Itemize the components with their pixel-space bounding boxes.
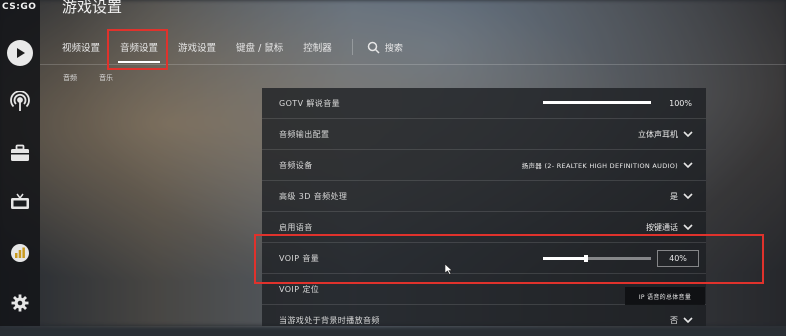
setting-label: 当游戏处于背景时播放音频 — [279, 316, 380, 325]
audio-subtabs: 音频 音乐 — [63, 73, 135, 83]
stats-button[interactable] — [6, 239, 34, 267]
play-button[interactable] — [6, 39, 34, 67]
setting-row-gotv-volume: GOTV 解说音量 100% — [262, 88, 706, 119]
setting-row-output-config[interactable]: 音频输出配置 立体声耳机 — [262, 119, 706, 150]
gotv-volume-slider[interactable] — [543, 101, 651, 104]
tv-icon — [11, 193, 29, 209]
setting-label: 音频输出配置 — [279, 129, 330, 139]
tab-controller[interactable]: 控制器 — [303, 40, 332, 54]
highlight-box-voip-volume — [254, 234, 764, 284]
search-button[interactable]: 搜索 — [367, 41, 403, 54]
briefcase-icon — [11, 144, 29, 161]
subtab-music[interactable]: 音乐 — [99, 73, 113, 83]
chevron-down-icon — [683, 317, 693, 324]
mouse-cursor-icon — [445, 264, 453, 275]
inventory-button[interactable] — [6, 139, 34, 167]
voip-volume-tooltip: IP 语音的总体音量 — [625, 287, 705, 305]
setting-label: 启用语音 — [279, 222, 313, 232]
setting-row-3d-audio[interactable]: 高级 3D 音频处理 是 — [262, 181, 706, 212]
tab-divider — [351, 39, 353, 55]
broadcast-icon — [10, 91, 30, 111]
broadcast-button[interactable] — [6, 88, 34, 116]
chevron-down-icon — [683, 193, 693, 200]
setting-row-background-audio[interactable]: 当游戏处于背景时播放音频 否 — [262, 305, 706, 336]
setting-value: 立体声耳机 — [638, 129, 678, 139]
page-title: 游戏设置 — [62, 0, 123, 16]
play-icon — [7, 40, 33, 66]
setting-value: 否 — [670, 316, 678, 325]
watch-button[interactable] — [6, 188, 34, 216]
stats-badge-icon — [11, 244, 29, 262]
setting-row-audio-device[interactable]: 音频设备 扬声器 (2- REALTEK HIGH DEFINITION AUD… — [262, 150, 706, 181]
setting-value: 扬声器 (2- REALTEK HIGH DEFINITION AUDIO) — [521, 162, 678, 170]
chevron-down-icon — [683, 224, 693, 231]
tab-video[interactable]: 视频设置 — [62, 40, 100, 54]
setting-label: VOIP 定位 — [279, 284, 320, 294]
slider-fill — [543, 101, 651, 104]
game-logo: CS:GO — [2, 2, 37, 12]
search-label: 搜索 — [384, 43, 403, 54]
setting-label: 高级 3D 音频处理 — [279, 191, 348, 201]
setting-label: GOTV 解说音量 — [279, 98, 340, 108]
chevron-down-icon — [683, 162, 693, 169]
tab-game[interactable]: 游戏设置 — [178, 40, 216, 54]
setting-label: 音频设备 — [279, 160, 313, 170]
chevron-down-icon — [683, 131, 693, 138]
left-navigation-rail: CS:GO — [0, 0, 40, 326]
search-icon — [367, 41, 380, 54]
setting-value: 100% — [669, 98, 692, 108]
settings-button[interactable] — [6, 289, 34, 317]
setting-value: 按键通话 — [646, 222, 678, 232]
tab-keyboard-mouse[interactable]: 键盘 / 鼠标 — [236, 40, 283, 54]
subtab-audio[interactable]: 音频 — [63, 73, 77, 83]
highlight-box-audio-tab — [107, 29, 168, 70]
gear-icon — [11, 294, 29, 312]
setting-value: 是 — [670, 191, 678, 201]
